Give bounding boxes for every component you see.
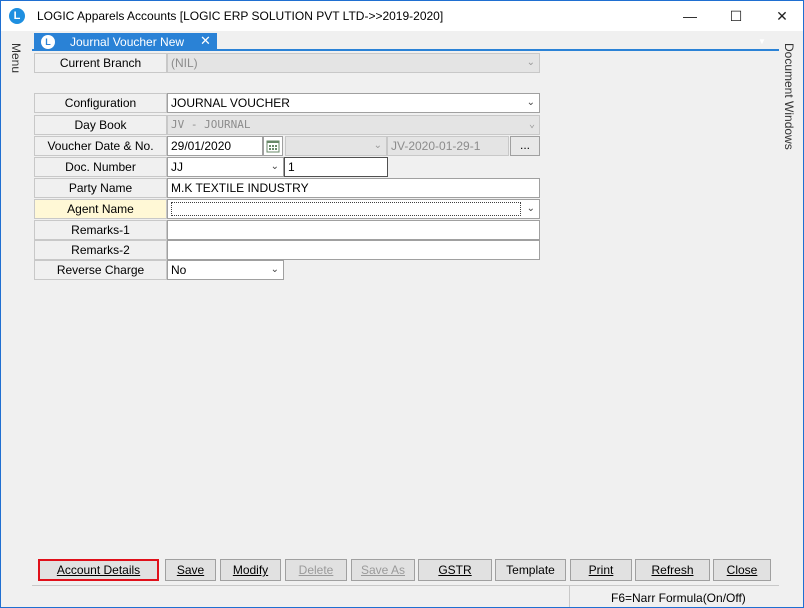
focus-indicator — [171, 202, 521, 216]
current-branch-label: Current Branch — [34, 53, 167, 73]
modify-label: Modify — [232, 563, 269, 577]
day-book-select: JV - JOURNAL ⌄ — [167, 115, 540, 135]
voucher-date-value: 29/01/2020 — [171, 139, 232, 153]
chevron-down-icon: ⌄ — [526, 203, 535, 214]
chevron-down-icon: ⌄ — [270, 161, 279, 172]
doc-number-value: 1 — [288, 160, 295, 174]
voucher-number-field: JV-2020-01-29-1 — [387, 136, 509, 156]
close-label: Close — [726, 563, 758, 577]
print-label: Print — [588, 563, 614, 577]
chevron-down-icon: ⌄ — [526, 57, 535, 68]
document-windows-label[interactable]: Document Windows — [782, 43, 796, 150]
reverse-charge-label: Reverse Charge — [34, 260, 167, 280]
reverse-charge-select[interactable]: No ⌄ — [167, 260, 284, 280]
minimize-button[interactable]: — — [667, 1, 713, 31]
remarks-1-label: Remarks-1 — [34, 220, 167, 240]
doc-number-input[interactable]: 1 — [284, 157, 388, 177]
menu-rail[interactable] — [1, 33, 32, 607]
title-bar: L LOGIC Apparels Accounts [LOGIC ERP SOL… — [1, 1, 803, 31]
calendar-icon — [266, 140, 280, 153]
delete-label: Delete — [298, 563, 334, 577]
refresh-label: Refresh — [651, 563, 694, 577]
tab-close-icon[interactable]: ✕ — [200, 33, 211, 49]
account-details-button[interactable]: Account Details — [38, 559, 159, 581]
chevron-down-icon: ⌄ — [528, 119, 535, 130]
save-as-button[interactable]: Save As — [351, 559, 415, 581]
chevron-down-icon: ⌄ — [373, 140, 382, 151]
voucher-series-select: ⌄ — [285, 136, 387, 156]
save-as-label: Save As — [360, 563, 406, 577]
current-branch-value: (NIL) — [171, 56, 198, 70]
voucher-date-no-label: Voucher Date & No. — [34, 136, 167, 156]
doc-series-select[interactable]: JJ ⌄ — [167, 157, 284, 177]
configuration-value: JOURNAL VOUCHER — [171, 96, 290, 110]
configuration-label: Configuration — [34, 93, 167, 113]
tab-label: Journal Voucher New — [70, 35, 185, 49]
close-button[interactable]: Close — [713, 559, 771, 581]
party-name-input[interactable]: M.K TEXTILE INDUSTRY — [167, 178, 540, 198]
party-name-value: M.K TEXTILE INDUSTRY — [171, 181, 309, 195]
maximize-button[interactable]: ☐ — [713, 1, 759, 31]
doc-number-label: Doc. Number — [34, 157, 167, 177]
chevron-down-icon: ⌄ — [270, 264, 279, 275]
status-hint: F6=Narr Formula(On/Off) — [611, 591, 746, 605]
day-book-value: JV - JOURNAL — [171, 118, 251, 131]
day-book-label: Day Book — [34, 115, 167, 135]
tab-logo-icon: L — [41, 35, 55, 49]
configuration-select[interactable]: JOURNAL VOUCHER ⌄ — [167, 93, 540, 113]
template-label: Template — [506, 563, 555, 577]
gstr-label: GSTR — [438, 563, 472, 577]
reverse-charge-value: No — [171, 263, 187, 277]
agent-name-label: Agent Name — [34, 199, 167, 219]
remarks-1-input[interactable] — [167, 220, 540, 240]
window-title: LOGIC Apparels Accounts [LOGIC ERP SOLUT… — [37, 9, 444, 23]
account-details-label: Account Details — [56, 563, 141, 577]
close-window-button[interactable]: ✕ — [759, 1, 804, 31]
app-window: L LOGIC Apparels Accounts [LOGIC ERP SOL… — [0, 0, 804, 608]
calendar-button[interactable] — [263, 136, 283, 156]
refresh-button[interactable]: Refresh — [635, 559, 710, 581]
delete-button[interactable]: Delete — [285, 559, 347, 581]
app-logo-icon: L — [9, 8, 25, 24]
voucher-lookup-button[interactable]: ... — [510, 136, 540, 156]
tab-journal-voucher-new[interactable]: L Journal Voucher New ✕ — [34, 33, 217, 51]
save-button[interactable]: Save — [165, 559, 216, 581]
party-name-label: Party Name — [34, 178, 167, 198]
tab-overflow-chevron-icon[interactable]: ▼ — [758, 37, 766, 46]
menu-label[interactable]: Menu — [9, 43, 23, 73]
doc-series-value: JJ — [171, 160, 183, 174]
chevron-down-icon: ⌄ — [526, 97, 535, 108]
status-divider — [569, 586, 570, 607]
print-button[interactable]: Print — [570, 559, 632, 581]
agent-name-select[interactable]: ⌄ — [167, 199, 540, 219]
remarks-2-label: Remarks-2 — [34, 240, 167, 260]
gstr-button[interactable]: GSTR — [418, 559, 492, 581]
voucher-number-value: JV-2020-01-29-1 — [391, 139, 481, 153]
modify-button[interactable]: Modify — [220, 559, 281, 581]
voucher-date-input[interactable]: 29/01/2020 — [167, 136, 263, 156]
current-branch-select: (NIL) ⌄ — [167, 53, 540, 73]
remarks-2-input[interactable] — [167, 240, 540, 260]
save-label: Save — [176, 563, 205, 577]
template-button[interactable]: Template — [495, 559, 566, 581]
